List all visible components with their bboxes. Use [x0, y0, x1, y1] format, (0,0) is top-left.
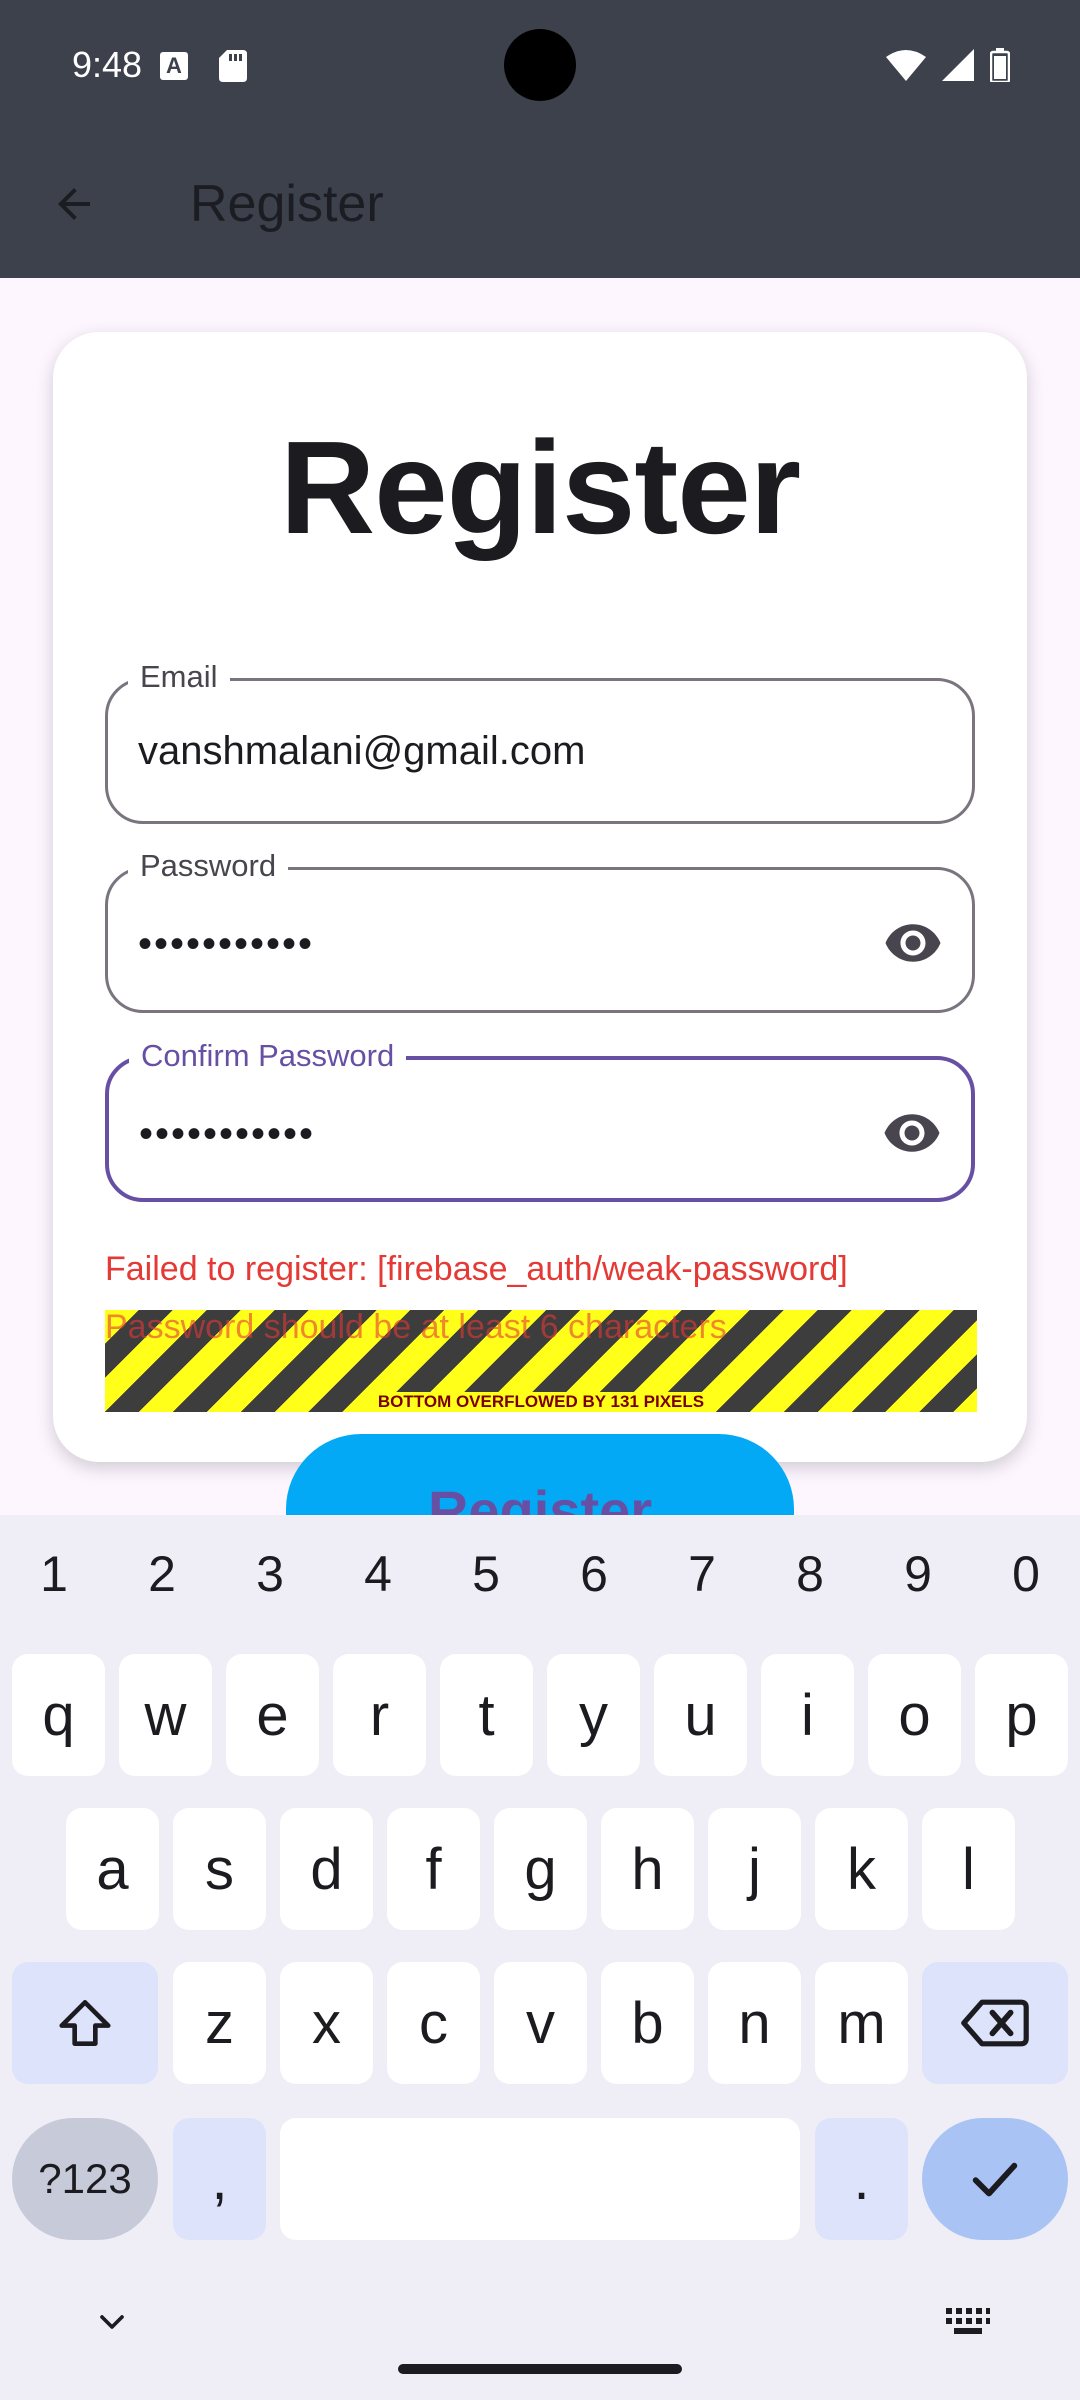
- shift-key[interactable]: [12, 1962, 158, 2084]
- password-value: •••••••••••: [138, 922, 315, 966]
- text-notification-icon: A: [160, 52, 188, 80]
- key-d[interactable]: d: [280, 1808, 373, 1930]
- shift-icon: [59, 2000, 111, 2046]
- checkmark-icon: [972, 2162, 1018, 2197]
- status-bar: 9:48 A: [0, 0, 1080, 130]
- confirm-password-visibility-toggle[interactable]: [881, 1102, 943, 1164]
- home-indicator[interactable]: [398, 2364, 682, 2374]
- wifi-icon: [886, 50, 926, 81]
- key-s[interactable]: s: [173, 1808, 266, 1930]
- confirm-password-field[interactable]: Confirm Password •••••••••••: [105, 1038, 975, 1202]
- key-g[interactable]: g: [494, 1808, 587, 1930]
- key-j[interactable]: j: [708, 1808, 801, 1930]
- key-a[interactable]: a: [66, 1808, 159, 1930]
- soft-keyboard: 1 2 3 4 5 6 7 8 9 0 q w e r t y u i o p …: [0, 1515, 1080, 2400]
- app-bar-title: Register: [190, 175, 384, 233]
- card-title: Register: [279, 414, 801, 561]
- key-7[interactable]: 7: [648, 1545, 756, 1603]
- space-key[interactable]: [280, 2118, 800, 2240]
- keyboard-bottom-bar: [0, 2270, 1080, 2400]
- password-visibility-toggle[interactable]: [882, 912, 944, 974]
- key-w[interactable]: w: [119, 1654, 212, 1776]
- key-c[interactable]: c: [387, 1962, 480, 2084]
- status-time: 9:48: [72, 44, 143, 85]
- period-key[interactable]: .: [815, 2118, 908, 2240]
- done-key[interactable]: [922, 2118, 1068, 2240]
- register-card: Register Email vanshmalani@gmail.com Pas…: [53, 332, 1027, 1462]
- battery-icon: [990, 48, 1010, 82]
- key-n[interactable]: n: [708, 1962, 801, 2084]
- key-k[interactable]: k: [815, 1808, 908, 1930]
- error-message: Failed to register: [firebase_auth/weak-…: [105, 1250, 848, 1288]
- key-1[interactable]: 1: [0, 1545, 108, 1603]
- symbols-key[interactable]: ?123: [12, 2118, 158, 2240]
- key-o[interactable]: o: [868, 1654, 961, 1776]
- key-l[interactable]: l: [922, 1808, 1015, 1930]
- key-5[interactable]: 5: [432, 1545, 540, 1603]
- key-p[interactable]: p: [975, 1654, 1068, 1776]
- email-value: vanshmalani@gmail.com: [138, 729, 586, 773]
- key-4[interactable]: 4: [324, 1545, 432, 1603]
- back-button[interactable]: [40, 170, 108, 238]
- backspace-icon: [961, 1999, 1029, 2047]
- email-label: Email: [128, 659, 230, 695]
- chevron-down-icon[interactable]: [92, 2302, 132, 2342]
- key-9[interactable]: 9: [864, 1545, 972, 1603]
- camera-cutout: [504, 29, 576, 101]
- key-q[interactable]: q: [12, 1654, 105, 1776]
- arrow-back-icon: [58, 188, 90, 220]
- key-t[interactable]: t: [440, 1654, 533, 1776]
- number-row: 1 2 3 4 5 6 7 8 9 0: [0, 1545, 1080, 1603]
- signal-icon: [942, 49, 974, 81]
- key-f[interactable]: f: [387, 1808, 480, 1930]
- password-field[interactable]: Password •••••••••••: [105, 848, 975, 1013]
- key-h[interactable]: h: [601, 1808, 694, 1930]
- key-m[interactable]: m: [815, 1962, 908, 2084]
- confirm-password-label: Confirm Password: [129, 1038, 407, 1074]
- keyboard-switcher-icon[interactable]: [944, 2304, 992, 2340]
- key-e[interactable]: e: [226, 1654, 319, 1776]
- clipped-error-message: Password should be at least 6 characters: [105, 1310, 727, 1346]
- overflow-warning-stripes: Password should be at least 6 characters…: [105, 1310, 977, 1412]
- key-z[interactable]: z: [173, 1962, 266, 2084]
- key-b[interactable]: b: [601, 1962, 694, 2084]
- confirm-password-value: •••••••••••: [139, 1112, 316, 1156]
- key-6[interactable]: 6: [540, 1545, 648, 1603]
- email-field[interactable]: Email vanshmalani@gmail.com: [105, 659, 975, 824]
- key-0[interactable]: 0: [972, 1545, 1080, 1603]
- key-i[interactable]: i: [761, 1654, 854, 1776]
- app-bar: Register: [0, 130, 1080, 278]
- key-v[interactable]: v: [494, 1962, 587, 2084]
- key-u[interactable]: u: [654, 1654, 747, 1776]
- password-label: Password: [128, 848, 289, 884]
- key-8[interactable]: 8: [756, 1545, 864, 1603]
- key-2[interactable]: 2: [108, 1545, 216, 1603]
- backspace-key[interactable]: [922, 1962, 1068, 2084]
- key-x[interactable]: x: [280, 1962, 373, 2084]
- overflow-warning-label: BOTTOM OVERFLOWED BY 131 PIXELS: [374, 1392, 708, 1412]
- eye-icon: [885, 924, 941, 962]
- comma-key[interactable]: ,: [173, 2118, 266, 2240]
- key-3[interactable]: 3: [216, 1545, 324, 1603]
- key-r[interactable]: r: [333, 1654, 426, 1776]
- key-y[interactable]: y: [547, 1654, 640, 1776]
- sd-card-icon: [219, 50, 247, 82]
- eye-icon: [884, 1114, 940, 1152]
